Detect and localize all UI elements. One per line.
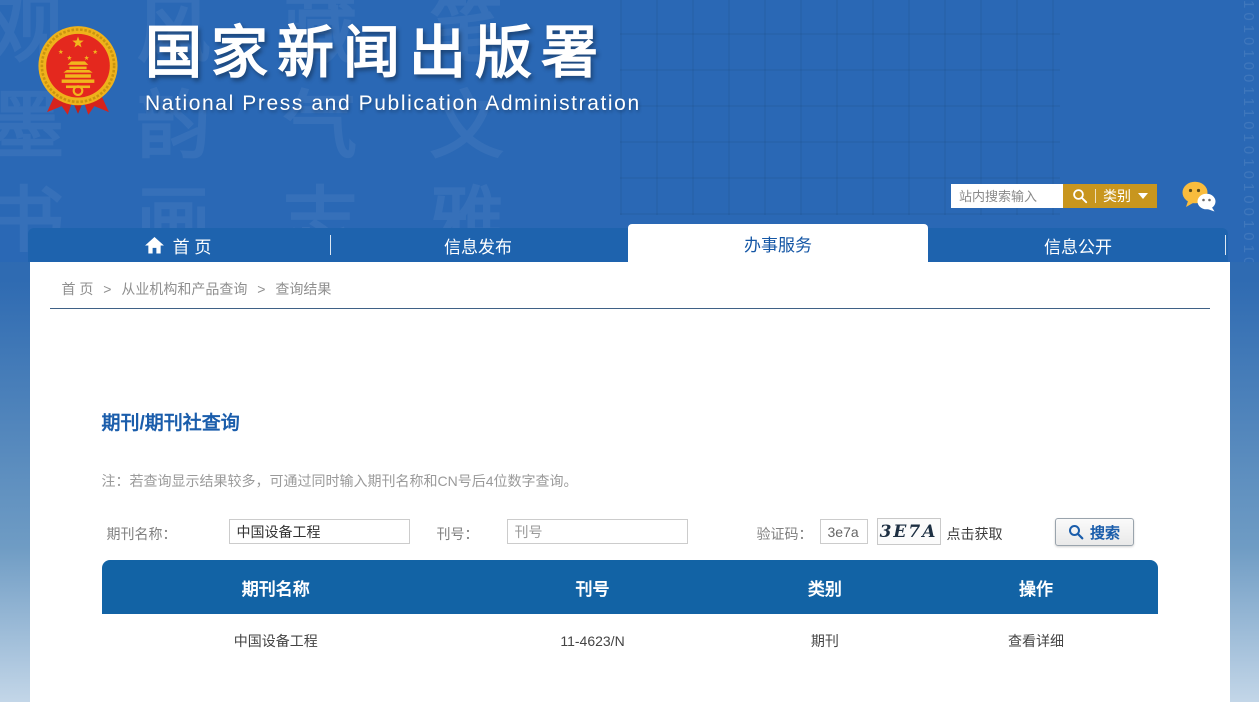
issn-label: 刊号：	[437, 524, 479, 544]
journal-name-label: 期刊名称：	[107, 524, 177, 544]
page-title: 期刊/期刊社查询	[102, 408, 1230, 435]
divider	[50, 308, 1210, 309]
nav-item-news[interactable]: 信息发布	[328, 228, 628, 262]
wechat-icon[interactable]	[1181, 180, 1217, 212]
decorative-grid-texture	[620, 0, 1060, 215]
home-icon	[145, 237, 164, 254]
site-subtitle: National Press and Publication Administr…	[145, 92, 641, 116]
cell-journal-name: 中国设备工程	[102, 631, 450, 651]
nav-divider	[330, 235, 331, 255]
table-row: 中国设备工程 11-4623/N 期刊 查看详细	[102, 614, 1158, 668]
results-table: 期刊名称 刊号 类别 操作 中国设备工程 11-4623/N 期刊 查看详细	[102, 560, 1158, 668]
decorative-binary-texture: 1010100111010101001010101110101010010101…	[1183, 0, 1259, 262]
column-header: 刊号	[450, 575, 735, 600]
column-header: 操作	[915, 575, 1158, 600]
nav-divider	[1225, 235, 1226, 255]
nav-item-home[interactable]: 首 页	[28, 228, 328, 262]
column-header: 期刊名称	[102, 575, 450, 600]
site-brand[interactable]: 国家新闻出版署 National Press and Publication A…	[35, 20, 641, 120]
chevron-down-icon[interactable]	[1138, 193, 1148, 199]
national-emblem-icon	[35, 20, 121, 120]
captcha-label: 验证码：	[757, 524, 813, 544]
view-detail-link[interactable]: 查看详细	[1008, 633, 1064, 649]
nav-item-label: 信息发布	[444, 233, 512, 258]
captcha-refresh-link[interactable]: 点击获取	[947, 524, 1003, 544]
cell-category: 期刊	[735, 631, 915, 651]
column-header: 类别	[735, 575, 915, 600]
category-label[interactable]: 类别	[1103, 186, 1131, 206]
table-header-row: 期刊名称 刊号 类别 操作	[102, 560, 1158, 614]
nav-item-disclosure[interactable]: 信息公开	[928, 228, 1228, 262]
main-nav: 首 页 信息发布 办事服务 信息公开	[28, 228, 1228, 262]
site-search: 类别	[951, 184, 1157, 208]
breadcrumb-separator: >	[257, 281, 265, 297]
search-button-label: 搜索	[1090, 522, 1120, 543]
nav-item-label: 首 页	[173, 233, 212, 258]
site-search-input[interactable]	[951, 184, 1063, 208]
breadcrumb-separator: >	[103, 281, 111, 297]
captcha-image[interactable]: 3E7A	[877, 518, 941, 545]
query-note: 注：若查询显示结果较多，可通过同时输入期刊名称和CN号后4位数字查询。	[102, 471, 1230, 491]
search-icon[interactable]	[1072, 188, 1088, 204]
issn-input[interactable]	[507, 519, 688, 544]
breadcrumb-home[interactable]: 首 页	[62, 281, 94, 297]
breadcrumb-current: 查询结果	[275, 281, 331, 297]
main-content: 首 页 > 从业机构和产品查询 > 查询结果 期刊/期刊社查询 注：若查询显示结…	[30, 262, 1230, 702]
site-header: 观 风 藏 笔 墨 韵 气 文 书 画 志 雅 颂 礼 乐 诗 10101001…	[0, 0, 1259, 262]
nav-item-label: 信息公开	[1044, 233, 1112, 258]
search-icon	[1068, 524, 1084, 540]
nav-item-label: 办事服务	[744, 231, 812, 256]
search-button[interactable]: 搜索	[1055, 518, 1134, 546]
journal-name-input[interactable]	[229, 519, 410, 544]
search-form: 期刊名称： 刊号： 验证码： 3E7A 点击获取 搜索	[30, 517, 1230, 551]
breadcrumb: 首 页 > 从业机构和产品查询 > 查询结果	[30, 262, 1230, 299]
nav-item-services[interactable]: 办事服务	[628, 224, 928, 262]
captcha-input[interactable]	[820, 519, 868, 544]
site-title: 国家新闻出版署	[145, 20, 641, 86]
divider	[1095, 189, 1096, 203]
search-category-selector[interactable]: 类别	[1063, 184, 1157, 208]
cell-issn: 11-4623/N	[450, 633, 735, 649]
breadcrumb-query[interactable]: 从业机构和产品查询	[121, 281, 247, 297]
